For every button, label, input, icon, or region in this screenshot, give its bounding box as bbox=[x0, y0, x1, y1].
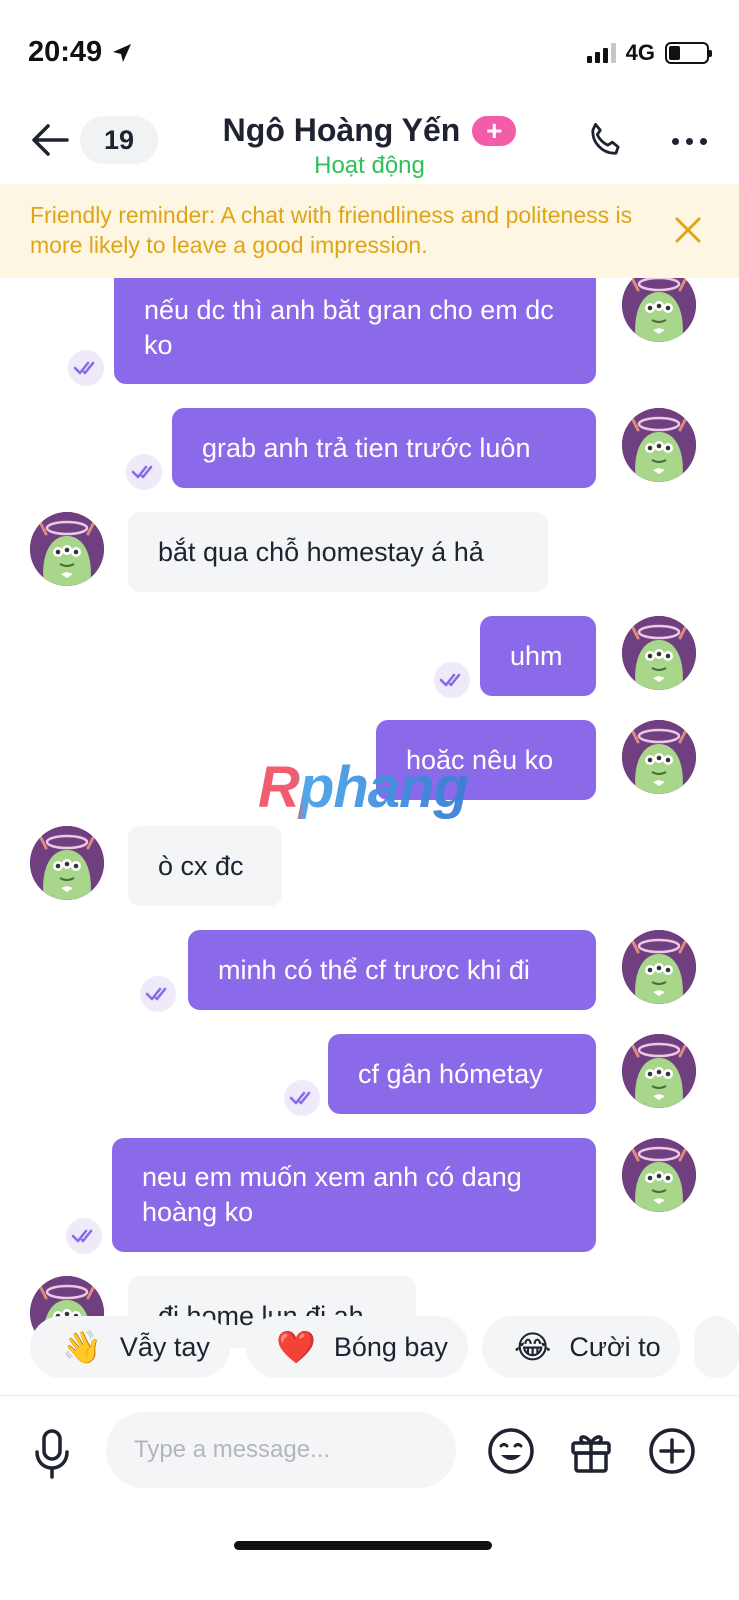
avatar[interactable] bbox=[622, 616, 696, 690]
reminder-close-button[interactable] bbox=[670, 212, 706, 248]
status-indicators: 4G bbox=[586, 40, 712, 66]
monster-avatar-icon bbox=[622, 930, 696, 1004]
gift-button[interactable] bbox=[566, 1426, 616, 1476]
double-check-icon bbox=[289, 1091, 311, 1105]
reaction-label: Cười to bbox=[569, 1331, 661, 1362]
monster-avatar-icon bbox=[622, 278, 696, 342]
monster-avatar-icon bbox=[622, 1138, 696, 1212]
double-check-icon bbox=[73, 361, 95, 375]
quick-reactions-bar[interactable]: 👋 Vẫy tay ❤️ Bóng bay 😂 Cười to bbox=[0, 1316, 739, 1380]
reaction-label: Bóng bay bbox=[333, 1331, 448, 1362]
laughing-face-icon: 😂 bbox=[514, 1329, 552, 1365]
reminder-text: Friendly reminder: A chat with friendlin… bbox=[30, 202, 633, 258]
call-button[interactable] bbox=[582, 118, 628, 164]
reaction-wave[interactable]: 👋 Vẫy tay bbox=[30, 1316, 230, 1378]
message-bubble-incoming[interactable]: ò cx đc bbox=[128, 826, 282, 906]
double-check-icon bbox=[131, 465, 153, 479]
phone-icon bbox=[591, 122, 620, 155]
monster-avatar-icon bbox=[30, 512, 104, 586]
read-receipt-icon bbox=[284, 1080, 320, 1116]
message-composer bbox=[0, 1396, 739, 1506]
avatar[interactable] bbox=[622, 930, 696, 1004]
message-text: cf gân hómetay bbox=[358, 1058, 543, 1089]
double-check-icon bbox=[71, 1229, 93, 1243]
plus-badge[interactable]: + bbox=[472, 115, 517, 146]
voice-message-button[interactable] bbox=[30, 1426, 74, 1482]
message-input[interactable] bbox=[106, 1412, 456, 1488]
avatar[interactable] bbox=[622, 1138, 696, 1212]
waving-hand-icon: 👋 bbox=[62, 1329, 102, 1365]
status-time: 20:49 bbox=[28, 36, 134, 69]
monster-avatar-icon bbox=[30, 826, 104, 900]
read-receipt-icon bbox=[140, 976, 176, 1012]
message-text: neu em muốn xem anh có dang hoàng ko bbox=[142, 1162, 522, 1227]
emoji-button[interactable] bbox=[486, 1426, 536, 1476]
message-text: nếu dc thì anh băt gran cho em dc ko bbox=[144, 295, 554, 360]
monster-avatar-icon bbox=[622, 408, 696, 482]
read-receipt-icon bbox=[434, 662, 470, 698]
watermark-logo: Rphang bbox=[258, 755, 469, 820]
location-arrow-icon bbox=[113, 43, 132, 62]
microphone-icon bbox=[35, 1429, 69, 1479]
more-dot bbox=[699, 137, 707, 145]
monster-avatar-icon bbox=[622, 616, 696, 690]
close-icon bbox=[675, 217, 701, 243]
message-text: grab anh trả tien trước luôn bbox=[202, 432, 531, 463]
more-dot bbox=[685, 137, 693, 145]
read-receipt-icon bbox=[66, 1218, 102, 1254]
message-bubble-outgoing[interactable]: grab anh trả tien trước luôn bbox=[172, 408, 596, 488]
reaction-laugh[interactable]: 😂 Cười to bbox=[482, 1316, 680, 1378]
battery-icon bbox=[665, 42, 712, 64]
monster-avatar-icon bbox=[622, 720, 696, 794]
message-bubble-outgoing[interactable]: neu em muốn xem anh có dang hoàng ko bbox=[112, 1138, 596, 1252]
reaction-label: Vẫy tay bbox=[119, 1331, 210, 1362]
reaction-balloon[interactable]: ❤️ Bóng bay bbox=[246, 1316, 468, 1378]
friendly-reminder-banner: Friendly reminder: A chat with friendlin… bbox=[0, 184, 739, 278]
double-check-icon bbox=[145, 987, 167, 1001]
home-indicator[interactable] bbox=[234, 1541, 492, 1550]
read-receipt-icon bbox=[68, 350, 104, 386]
message-bubble-outgoing[interactable]: nếu dc thì anh băt gran cho em dc ko bbox=[114, 278, 596, 384]
message-text: bắt qua chỗ homestay á hả bbox=[158, 536, 484, 567]
message-text: minh có thể cf trươc khi đi bbox=[218, 954, 530, 985]
avatar[interactable] bbox=[30, 512, 104, 586]
avatar[interactable] bbox=[622, 1034, 696, 1108]
avatar[interactable] bbox=[622, 408, 696, 482]
double-check-icon bbox=[439, 673, 461, 687]
avatar[interactable] bbox=[622, 720, 696, 794]
network-label: 4G bbox=[625, 40, 655, 65]
add-button[interactable] bbox=[647, 1426, 697, 1476]
monster-avatar-icon bbox=[622, 1034, 696, 1108]
status-time-text: 20:49 bbox=[28, 36, 103, 68]
more-dot bbox=[671, 137, 679, 145]
status-bar: 20:49 4G bbox=[0, 0, 739, 100]
message-bubble-outgoing[interactable]: cf gân hómetay bbox=[328, 1034, 596, 1114]
gift-icon bbox=[571, 1435, 611, 1473]
avatar[interactable] bbox=[622, 278, 696, 342]
avatar[interactable] bbox=[30, 826, 104, 900]
read-receipt-icon bbox=[126, 454, 162, 490]
battery-level bbox=[669, 46, 680, 60]
contact-name-row[interactable]: Ngô Hoàng Yến + bbox=[0, 112, 739, 149]
message-bubble-outgoing[interactable]: uhm bbox=[480, 616, 596, 696]
reaction-more[interactable] bbox=[694, 1316, 739, 1378]
plus-circle-icon bbox=[649, 1428, 695, 1474]
chat-header: 19 Ngô Hoàng Yến + Hoạt động bbox=[0, 100, 739, 184]
message-bubble-outgoing[interactable]: minh có thể cf trươc khi đi bbox=[188, 930, 596, 1010]
more-button[interactable] bbox=[664, 118, 714, 164]
message-text: uhm bbox=[510, 640, 563, 671]
message-bubble-incoming[interactable]: bắt qua chỗ homestay á hả bbox=[128, 512, 548, 592]
message-text: ò cx đc bbox=[158, 850, 244, 881]
signal-icon bbox=[586, 43, 616, 63]
smiley-icon bbox=[488, 1428, 534, 1474]
chat-messages[interactable]: nếu dc thì anh băt gran cho em dc ko gra… bbox=[0, 278, 739, 1348]
contact-status: Hoạt động bbox=[314, 152, 425, 179]
contact-name[interactable]: Ngô Hoàng Yến bbox=[223, 112, 461, 149]
heart-icon: ❤️ bbox=[276, 1329, 316, 1365]
